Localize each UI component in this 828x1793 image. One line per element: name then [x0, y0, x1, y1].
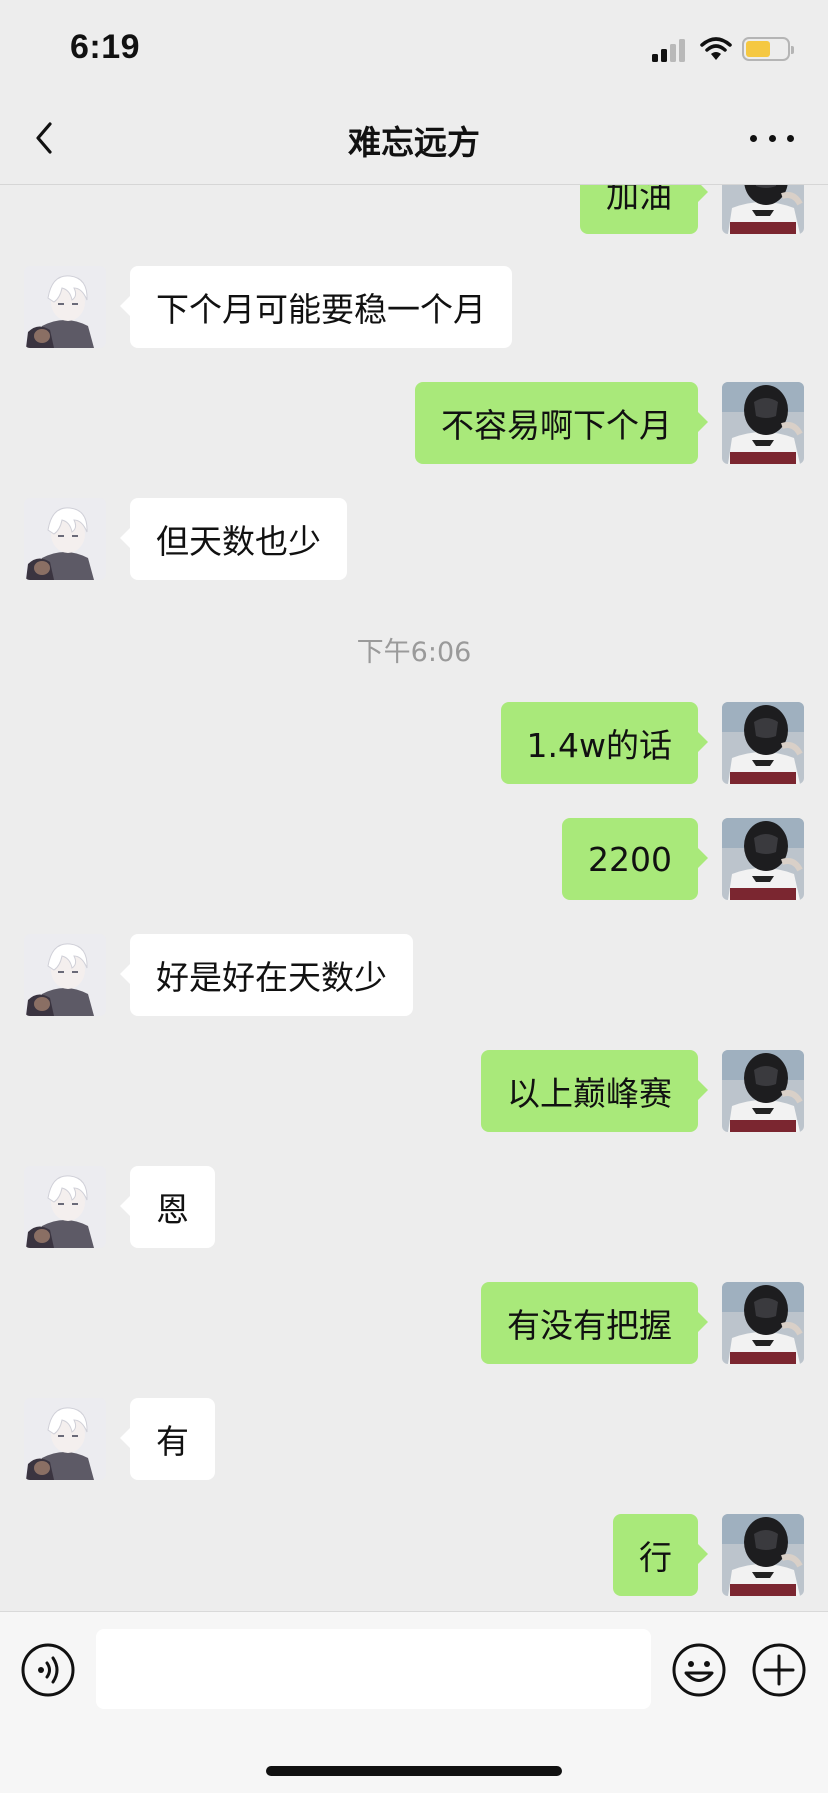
message-row: 加油: [0, 185, 828, 234]
sent-message-bubble[interactable]: 以上巅峰赛: [481, 1050, 708, 1132]
cellular-signal-icon: [652, 38, 688, 62]
sent-message-bubble[interactable]: 1.4w的话: [500, 702, 709, 784]
my-avatar[interactable]: [722, 702, 804, 784]
my-avatar[interactable]: [722, 1050, 804, 1132]
message-row: 行: [0, 1514, 828, 1596]
received-message-bubble[interactable]: 有: [120, 1398, 215, 1480]
message-row: 有: [0, 1398, 828, 1480]
message-row: 有没有把握: [0, 1282, 828, 1364]
contact-avatar[interactable]: [24, 1166, 106, 1248]
message-row: 不容易啊下个月: [0, 382, 828, 464]
battery-level: [746, 41, 770, 57]
plus-icon[interactable]: [751, 1642, 807, 1698]
message-row: 以上巅峰赛: [0, 1050, 828, 1132]
my-avatar[interactable]: [722, 185, 804, 234]
home-indicator[interactable]: [266, 1766, 562, 1776]
nav-bar: 难忘远方: [0, 92, 828, 185]
battery-icon: [742, 37, 794, 61]
wifi-icon: [700, 37, 732, 60]
message-list[interactable]: 加油 下个月可能要稳一个月 不容易啊下个月 但天数也少 下午6:06 1.4w的…: [0, 185, 828, 1610]
received-message-bubble[interactable]: 恩: [120, 1166, 215, 1248]
emoji-icon[interactable]: [671, 1642, 727, 1698]
message-row: 1.4w的话: [0, 702, 828, 784]
contact-avatar[interactable]: [24, 266, 106, 348]
my-avatar[interactable]: [722, 1514, 804, 1596]
received-message-bubble[interactable]: 下个月可能要稳一个月: [120, 266, 512, 348]
sent-message-bubble[interactable]: 不容易啊下个月: [415, 382, 708, 464]
message-row: 但天数也少: [0, 498, 828, 580]
status-time: 6:19: [70, 28, 141, 66]
sent-message-bubble[interactable]: 有没有把握: [481, 1282, 708, 1364]
my-avatar[interactable]: [722, 1282, 804, 1364]
contact-avatar[interactable]: [24, 934, 106, 1016]
message-input[interactable]: [96, 1629, 651, 1709]
page-title: 难忘远方: [348, 123, 480, 162]
message-row: 下个月可能要稳一个月: [0, 266, 828, 348]
status-bar: 6:19: [0, 0, 828, 92]
more-options-button[interactable]: [750, 124, 794, 152]
input-bar: [0, 1611, 828, 1793]
ellipsis-icon: [750, 134, 757, 142]
received-message-bubble[interactable]: 好是好在天数少: [120, 934, 413, 1016]
my-avatar[interactable]: [722, 818, 804, 900]
voice-icon[interactable]: [20, 1642, 76, 1698]
message-timestamp: 下午6:06: [356, 637, 472, 668]
contact-avatar[interactable]: [24, 498, 106, 580]
contact-avatar[interactable]: [24, 1398, 106, 1480]
my-avatar[interactable]: [722, 382, 804, 464]
message-row: 好是好在天数少: [0, 934, 828, 1016]
sent-message-bubble[interactable]: 行: [613, 1514, 708, 1596]
message-row: 恩: [0, 1166, 828, 1248]
message-row: 2200: [0, 818, 828, 900]
received-message-bubble[interactable]: 但天数也少: [120, 498, 347, 580]
sent-message-bubble[interactable]: 加油: [580, 185, 708, 234]
sent-message-bubble[interactable]: 2200: [562, 818, 708, 900]
